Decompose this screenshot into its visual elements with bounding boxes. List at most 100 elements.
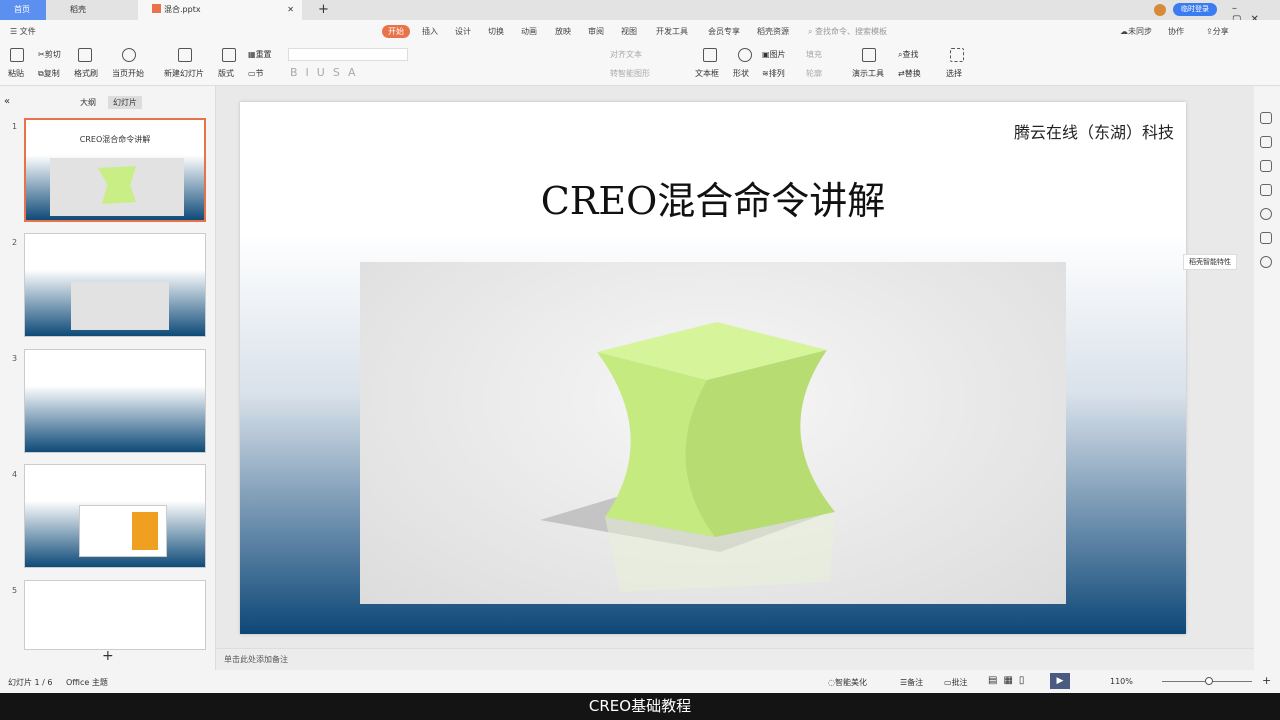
video-subtitle: CREO基础教程 <box>0 693 1280 720</box>
brush-icon <box>78 48 92 64</box>
tab-label: 稻壳 <box>70 5 86 14</box>
font-select[interactable] <box>288 48 408 61</box>
slide-thumbnail[interactable] <box>24 349 206 453</box>
new-tab-button[interactable]: + <box>304 0 329 20</box>
play-button[interactable]: ▶ <box>1050 673 1070 689</box>
slide-thumbnail[interactable]: CREO混合命令讲解 <box>24 118 206 222</box>
sync-button[interactable]: ☁未同步 <box>1120 26 1152 37</box>
format-painter-button[interactable]: 格式刷 <box>74 68 98 79</box>
tab-bar: 首页 稻壳 混合.pptx✕ + 临时登录 –▢✕ <box>0 0 1280 25</box>
menu-developer[interactable]: 开发工具 <box>656 26 688 37</box>
tab-docer[interactable]: 稻壳 <box>56 0 136 20</box>
slide-number: 4 <box>12 470 18 479</box>
view-buttons[interactable]: ▤▦▯ <box>988 675 1030 686</box>
slide-thumbnail[interactable] <box>24 233 206 337</box>
section-button[interactable]: ▭节 <box>248 68 264 79</box>
tab-label: 混合.pptx <box>164 5 201 14</box>
shape-button[interactable]: 形状 <box>733 68 749 79</box>
settings-sliders-icon[interactable] <box>1260 136 1272 148</box>
notes-placeholder[interactable]: 单击此处添加备注 <box>224 654 288 665</box>
collapse-panel-icon[interactable]: « <box>4 96 10 107</box>
picture-button[interactable]: ▣图片 <box>762 49 786 60</box>
search-input[interactable]: ⌕ 查找命令、搜索模板 <box>808 26 887 37</box>
thumb-title: CREO混合命令讲解 <box>79 135 151 144</box>
pptx-icon <box>152 4 161 13</box>
zoom-in-button[interactable]: + <box>1262 674 1271 687</box>
menu-transition[interactable]: 切换 <box>488 26 504 37</box>
menu-docer[interactable]: 稻壳资源 <box>757 26 789 37</box>
file-menu[interactable]: ☰ 文件 <box>10 26 36 37</box>
layout-icon <box>222 48 236 64</box>
menu-design[interactable]: 设计 <box>455 26 471 37</box>
image-icon[interactable] <box>1260 232 1272 244</box>
paste-icon[interactable] <box>10 48 24 64</box>
share-button[interactable]: ⇪分享 <box>1206 26 1229 37</box>
company-name: 腾云在线（东湖）科技 <box>1013 123 1174 142</box>
help-icon[interactable] <box>1260 208 1272 220</box>
find-button[interactable]: ⌕查找 <box>898 49 918 60</box>
new-slide-icon <box>178 48 192 64</box>
slide-number: 2 <box>12 238 18 247</box>
menu-slideshow[interactable]: 放映 <box>555 26 571 37</box>
slide-thumbnail[interactable] <box>24 580 206 650</box>
fill-button[interactable]: 填充 <box>806 49 822 60</box>
select-icon <box>950 48 964 64</box>
pin-icon[interactable] <box>1260 160 1272 172</box>
play-icon <box>122 48 136 64</box>
collab-button[interactable]: 协作 <box>1168 26 1184 37</box>
play-current-button[interactable]: 当页开始 <box>112 68 144 79</box>
menu-member[interactable]: 会员专享 <box>708 26 740 37</box>
menu-review[interactable]: 审阅 <box>588 26 604 37</box>
outline-button[interactable]: 轮廓 <box>806 68 822 79</box>
menu-start[interactable]: 开始 <box>382 25 410 38</box>
slide-number: 5 <box>12 586 18 595</box>
tab-home[interactable]: 首页 <box>0 0 46 20</box>
cut-button[interactable]: ✂剪切 <box>38 49 61 60</box>
tab-document[interactable]: 混合.pptx ✕ <box>138 0 302 20</box>
copy-icon[interactable] <box>1260 184 1272 196</box>
zoom-level[interactable]: 110% <box>1110 677 1133 686</box>
paste-button[interactable]: 粘贴 <box>8 68 24 79</box>
status-bar: 幻灯片 1 / 6 Office 主题 ◌智能美化 ☰备注 ▭批注 ▤▦▯ ▶ … <box>0 670 1280 693</box>
reset-button[interactable]: ▦重置 <box>248 49 272 60</box>
blend-shape-illustration <box>540 322 835 592</box>
slide-number: 3 <box>12 354 18 363</box>
tab-outline[interactable]: 大纲 <box>80 97 96 108</box>
align-text-button[interactable]: 对齐文本 <box>610 49 642 60</box>
smart-feature-icon[interactable] <box>1260 256 1272 268</box>
model-image <box>360 262 1066 604</box>
slide-number: 1 <box>12 122 18 131</box>
slide-count: 幻灯片 1 / 6 <box>8 678 53 687</box>
rocket-icon[interactable] <box>1260 112 1272 124</box>
slide-thumbnail[interactable] <box>24 464 206 568</box>
avatar[interactable] <box>1154 4 1166 16</box>
notes-bar[interactable]: 单击此处添加备注 <box>216 648 1254 670</box>
textbox-icon <box>703 48 717 64</box>
comments-button[interactable]: ▭批注 <box>944 677 968 688</box>
replace-button[interactable]: ⇄替换 <box>898 68 921 79</box>
select-button[interactable]: 选择 <box>946 68 962 79</box>
beautify-button[interactable]: ◌智能美化 <box>828 677 867 688</box>
tab-slides[interactable]: 幻灯片 <box>108 96 142 109</box>
add-slide-button[interactable]: + <box>102 648 114 664</box>
font-format-buttons[interactable]: BIUSA <box>290 66 364 79</box>
menu-insert[interactable]: 插入 <box>422 26 438 37</box>
tooltip: 稻壳智能特性 <box>1183 254 1237 270</box>
slide-panel: « 大纲 幻灯片 1 CREO混合命令讲解 2 3 4 5 + <box>0 86 216 670</box>
close-icon[interactable]: ✕ <box>287 0 294 20</box>
zoom-slider-handle[interactable] <box>1205 677 1213 685</box>
presentation-tools-button[interactable]: 演示工具 <box>852 68 884 79</box>
textbox-button[interactable]: 文本框 <box>695 68 719 79</box>
notes-button[interactable]: ☰备注 <box>900 677 923 688</box>
current-slide[interactable]: 腾云在线（东湖）科技 CREO混合命令讲解 <box>240 102 1186 634</box>
new-slide-button[interactable]: 新建幻灯片 <box>164 68 204 79</box>
menu-view[interactable]: 视图 <box>621 26 637 37</box>
menu-animation[interactable]: 动画 <box>521 26 537 37</box>
login-button[interactable]: 临时登录 <box>1173 3 1217 16</box>
copy-button[interactable]: ⧉复制 <box>38 68 60 79</box>
shape-icon <box>738 48 752 64</box>
arrange-button[interactable]: ≋排列 <box>762 68 785 79</box>
smart-art-button[interactable]: 转智能图形 <box>610 68 650 79</box>
layout-button[interactable]: 版式 <box>218 68 234 79</box>
right-sidebar <box>1254 86 1280 670</box>
